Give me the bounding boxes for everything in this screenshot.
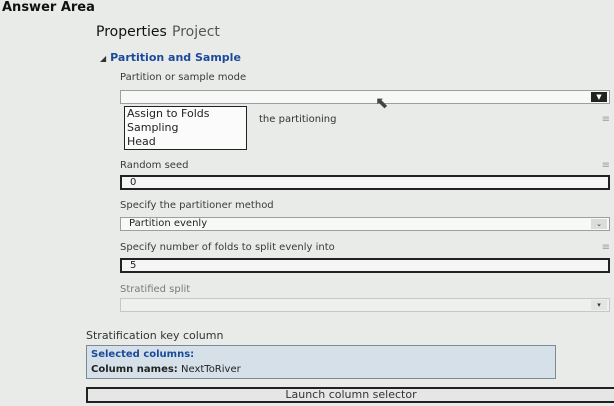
random-seed-input[interactable]: 0 — [120, 175, 610, 190]
folds-input[interactable]: 5 — [120, 258, 610, 273]
selected-columns-title: Selected columns: — [91, 349, 195, 360]
tab-properties[interactable]: Properties — [96, 24, 167, 40]
launch-column-selector-button[interactable]: Launch column selector — [86, 387, 614, 403]
grip-icon: ≡ — [601, 114, 610, 125]
grip-icon: ≡ — [601, 160, 610, 171]
chevron-down-icon[interactable]: ▼ — [591, 92, 607, 102]
folds-label: Specify number of folds to split evenly … — [120, 242, 335, 253]
chevron-down-icon[interactable]: ▾ — [591, 300, 607, 310]
folds-value: 5 — [130, 260, 137, 271]
partition-mode-options-list: Assign to Folds Sampling Head — [124, 106, 247, 150]
chevron-down-icon[interactable]: ⌄ — [591, 219, 607, 229]
collapse-triangle-icon: ◢ — [100, 54, 107, 63]
option-head[interactable]: Head — [127, 135, 246, 149]
selected-columns-box: Selected columns: Column names: NextToRi… — [86, 345, 556, 379]
stratified-split-dropdown[interactable]: ▾ — [120, 298, 610, 312]
answer-area-title: Answer Area — [2, 0, 95, 15]
column-names-line: Column names: NextToRiver — [91, 364, 241, 375]
stratification-key-label: Stratification key column — [86, 329, 224, 342]
stratified-split-label: Stratified split — [120, 284, 191, 295]
grip-icon: ≡ — [601, 242, 610, 253]
option-assign-to-folds[interactable]: Assign to Folds — [127, 107, 246, 121]
partitioning-text-fragment: the partitioning — [259, 114, 337, 125]
column-names-label: Column names: — [91, 364, 178, 375]
option-sampling[interactable]: Sampling — [127, 121, 246, 135]
partition-mode-dropdown[interactable]: ▼ — [120, 90, 610, 104]
partitioner-method-dropdown[interactable]: Partition evenly ⌄ — [120, 217, 610, 231]
mouse-cursor-icon: ⬉ — [375, 93, 389, 112]
random-seed-value: 0 — [130, 177, 137, 188]
partitioner-method-label: Specify the partitioner method — [120, 200, 274, 211]
partitioner-method-value: Partition evenly — [129, 218, 208, 229]
partition-mode-label: Partition or sample mode — [120, 72, 247, 83]
tab-project[interactable]: Project — [172, 24, 220, 40]
random-seed-label: Random seed — [120, 160, 189, 171]
column-names-value: NextToRiver — [180, 364, 241, 375]
section-title: Partition and Sample — [110, 51, 241, 64]
section-header-partition-and-sample[interactable]: ◢ Partition and Sample — [100, 51, 241, 64]
